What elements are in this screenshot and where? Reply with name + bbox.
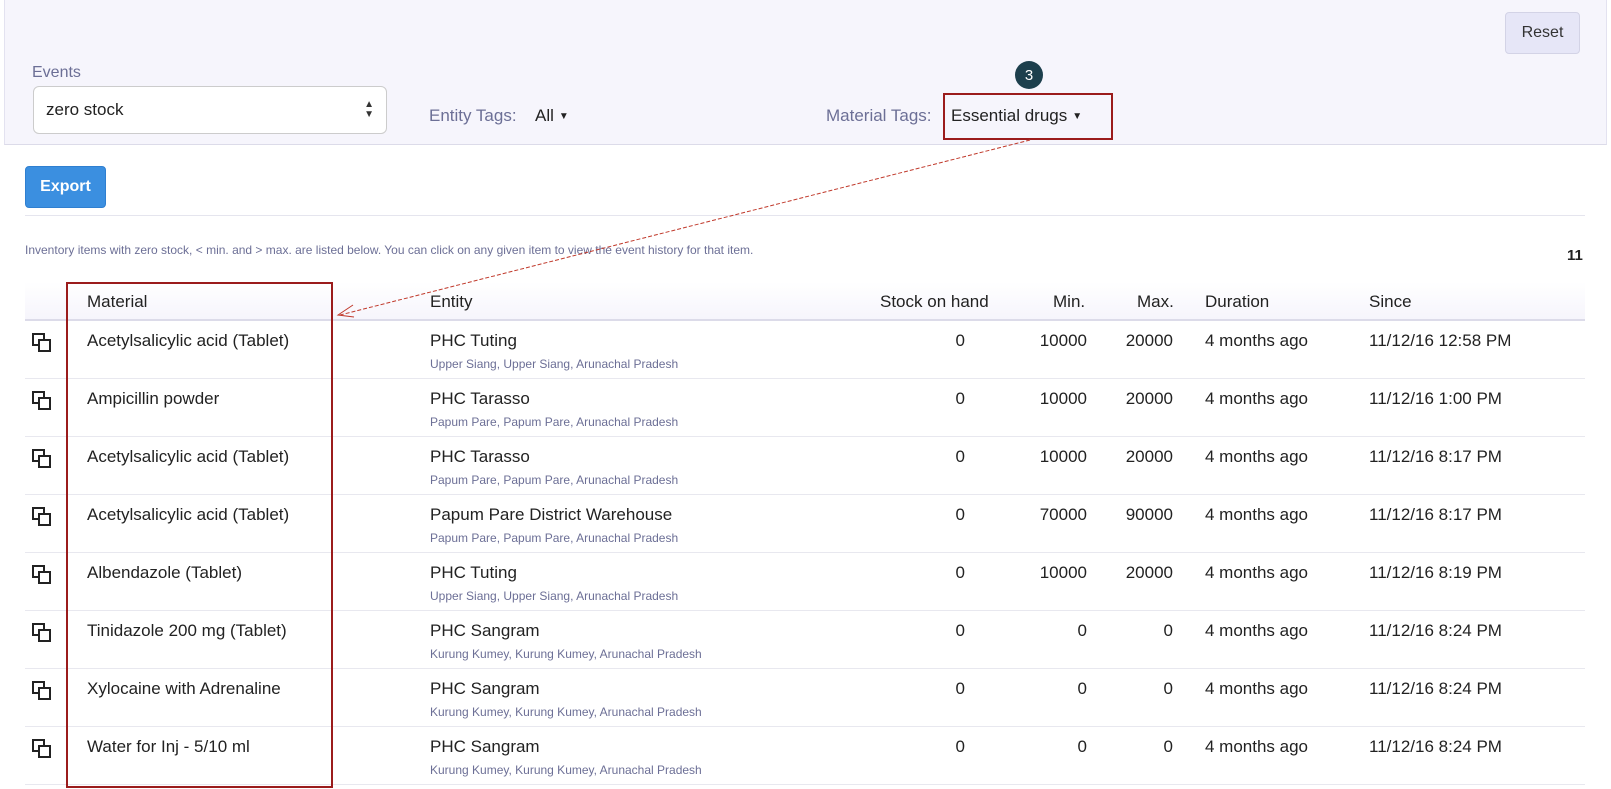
row-entity[interactable]: PHC Tuting (430, 331, 517, 351)
row-max: 20000 (1125, 447, 1173, 466)
result-count: 11 (1567, 247, 1583, 264)
copy-icon[interactable] (31, 622, 53, 649)
header-stock-on-hand[interactable]: Stock on hand (880, 292, 989, 312)
header-entity[interactable]: Entity (430, 292, 473, 312)
copy-icon[interactable] (31, 564, 53, 591)
row-since: 11/12/16 8:19 PM (1369, 563, 1502, 582)
row-max: 90000 (1125, 505, 1173, 524)
entity-tags-value: All (535, 106, 554, 125)
copy-icon[interactable] (31, 680, 53, 707)
header-min[interactable]: Min. (1053, 292, 1085, 312)
row-duration: 4 months ago (1205, 737, 1309, 756)
row-since: 11/12/16 8:17 PM (1369, 505, 1502, 524)
events-select[interactable]: zero stock ▲ ▼ (33, 86, 387, 134)
row-stock: 0 (955, 737, 965, 756)
row-stock: 0 (955, 389, 965, 408)
row-location: Kurung Kumey, Kurung Kumey, Arunachal Pr… (430, 705, 702, 719)
row-max: 20000 (1125, 331, 1173, 350)
header-max[interactable]: Max. (1137, 292, 1174, 312)
row-location: Papum Pare, Papum Pare, Arunachal Prades… (430, 531, 679, 545)
row-stock: 0 (955, 621, 965, 640)
events-label: Events (32, 64, 81, 81)
row-min: 70000 (1039, 505, 1087, 524)
copy-icon[interactable] (31, 390, 53, 417)
row-since: 11/12/16 8:24 PM (1369, 679, 1502, 698)
material-column-highlight (66, 282, 333, 788)
row-max: 20000 (1125, 563, 1173, 582)
row-since: 11/12/16 12:58 PM (1369, 331, 1512, 350)
row-entity[interactable]: PHC Sangram (430, 737, 540, 757)
events-select-value: zero stock (46, 100, 124, 119)
row-min: 0 (1077, 737, 1087, 756)
row-location: Upper Siang, Upper Siang, Arunachal Prad… (430, 589, 679, 603)
caret-down-icon: ▼ (558, 111, 569, 122)
row-max: 0 (1163, 679, 1173, 698)
row-location: Papum Pare, Papum Pare, Arunachal Prades… (430, 473, 679, 487)
row-max: 0 (1163, 621, 1173, 640)
row-min: 10000 (1039, 331, 1087, 350)
row-since: 11/12/16 1:00 PM (1369, 389, 1502, 408)
material-tags-label: Material Tags: (826, 106, 932, 125)
copy-icon[interactable] (31, 506, 53, 533)
select-arrows-icon: ▲ ▼ (364, 99, 374, 120)
row-location: Kurung Kumey, Kurung Kumey, Arunachal Pr… (430, 647, 702, 661)
row-min: 0 (1077, 621, 1087, 640)
row-min: 10000 (1039, 563, 1087, 582)
reset-button[interactable]: Reset (1505, 12, 1580, 54)
info-text: Inventory items with zero stock, < min. … (25, 243, 754, 257)
row-stock: 0 (955, 331, 965, 350)
row-location: Kurung Kumey, Kurung Kumey, Arunachal Pr… (430, 763, 702, 777)
header-duration[interactable]: Duration (1205, 292, 1269, 312)
row-entity[interactable]: PHC Sangram (430, 621, 540, 641)
material-tags-highlight (943, 93, 1113, 140)
row-entity[interactable]: Papum Pare District Warehouse (430, 505, 672, 525)
row-entity[interactable]: PHC Tarasso (430, 447, 530, 467)
row-location: Papum Pare, Papum Pare, Arunachal Prades… (430, 415, 679, 429)
step-badge: 3 (1015, 61, 1043, 89)
copy-icon[interactable] (31, 332, 53, 359)
row-since: 11/12/16 8:17 PM (1369, 447, 1502, 466)
row-stock: 0 (955, 679, 965, 698)
divider (25, 215, 1585, 216)
export-button[interactable]: Export (25, 166, 106, 208)
row-stock: 0 (955, 447, 965, 466)
row-max: 20000 (1125, 389, 1173, 408)
row-location: Upper Siang, Upper Siang, Arunachal Prad… (430, 357, 679, 371)
header-since[interactable]: Since (1369, 292, 1412, 312)
row-stock: 0 (955, 563, 965, 582)
row-entity[interactable]: PHC Tarasso (430, 389, 530, 409)
row-min: 10000 (1039, 389, 1087, 408)
row-duration: 4 months ago (1205, 563, 1309, 582)
row-duration: 4 months ago (1205, 505, 1309, 524)
row-entity[interactable]: PHC Tuting (430, 563, 517, 583)
row-duration: 4 months ago (1205, 389, 1309, 408)
copy-icon[interactable] (31, 738, 53, 765)
row-since: 11/12/16 8:24 PM (1369, 737, 1502, 756)
row-duration: 4 months ago (1205, 331, 1309, 350)
entity-tags-label: Entity Tags: (429, 106, 517, 125)
row-duration: 4 months ago (1205, 621, 1309, 640)
row-duration: 4 months ago (1205, 679, 1309, 698)
row-entity[interactable]: PHC Sangram (430, 679, 540, 699)
row-stock: 0 (955, 505, 965, 524)
row-min: 0 (1077, 679, 1087, 698)
row-duration: 4 months ago (1205, 447, 1309, 466)
copy-icon[interactable] (31, 448, 53, 475)
entity-tags-dropdown[interactable]: All ▼ (535, 106, 569, 126)
row-min: 10000 (1039, 447, 1087, 466)
row-since: 11/12/16 8:24 PM (1369, 621, 1502, 640)
row-max: 0 (1163, 737, 1173, 756)
